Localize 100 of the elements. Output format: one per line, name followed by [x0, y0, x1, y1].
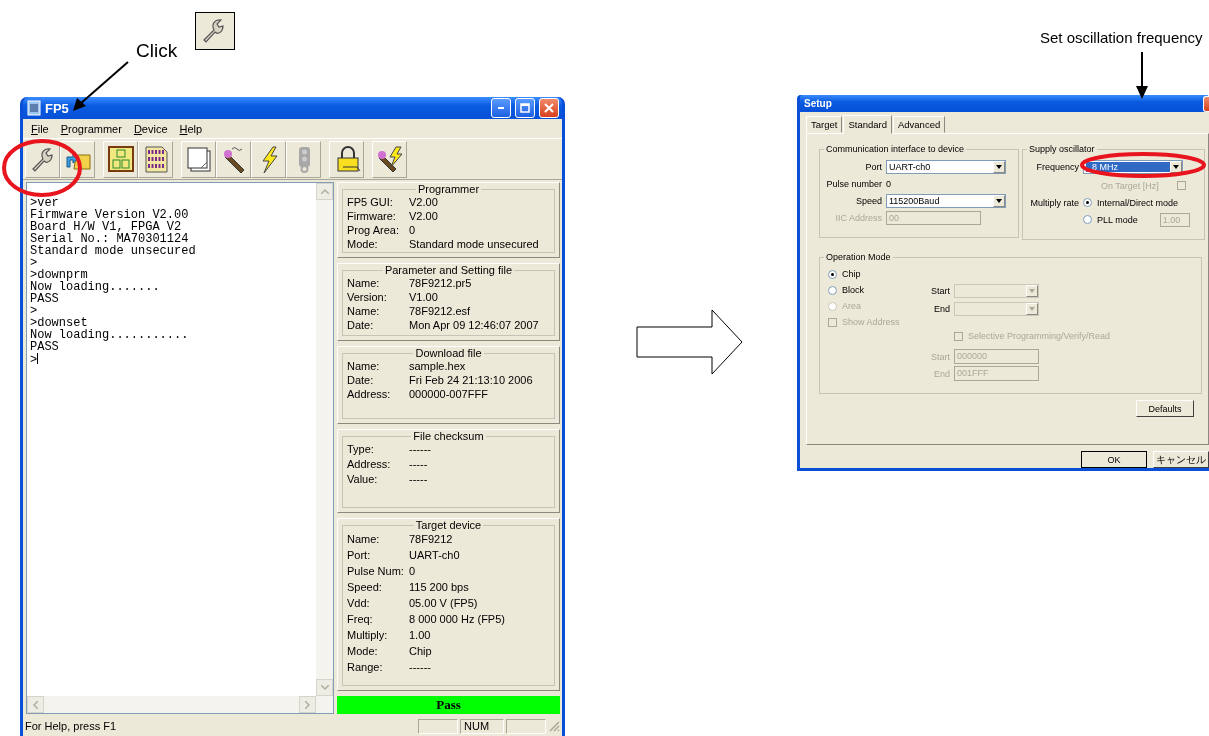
field-label: Range:	[347, 660, 384, 675]
maximize-button[interactable]	[515, 98, 535, 118]
status-indicator: NUM	[460, 718, 504, 734]
input-field: 001FFF	[954, 366, 1039, 381]
field-label: Port:	[347, 548, 372, 563]
radio-button[interactable]	[828, 269, 837, 279]
group-title: Supply oscillator	[1028, 144, 1096, 154]
status-text: For Help, press F1	[25, 720, 118, 732]
terminal-line: Serial No.: MA70301124	[30, 233, 189, 245]
field-label: Mode:	[347, 237, 379, 251]
terminal-line: >	[30, 353, 40, 365]
field-value: Standard mode unsecured	[409, 237, 539, 251]
menu-item[interactable]: Help	[173, 122, 209, 135]
field-label: Multiply rate	[1029, 197, 1079, 208]
terminal-line: PASS	[30, 341, 60, 353]
panel-title: Target device	[414, 519, 483, 531]
field-value: ------	[409, 660, 431, 675]
toolbar-button[interactable]	[216, 140, 251, 178]
window-title: FP5	[45, 100, 70, 116]
field-label: Start	[930, 286, 950, 296]
field-label: Speed:	[347, 580, 383, 595]
field-value: sample.hex	[409, 359, 466, 373]
caret-icon	[996, 164, 1002, 169]
field-value: 0	[886, 178, 891, 189]
pointer-arrow	[1136, 51, 1148, 99]
menu-item[interactable]: File	[25, 122, 55, 135]
ok-button[interactable]: OK	[1081, 451, 1147, 468]
radio-button[interactable]	[1083, 215, 1092, 224]
caret-icon	[1029, 307, 1035, 311]
field-value: ------	[409, 442, 431, 457]
field-value: V2.00	[409, 209, 438, 223]
status-pane	[506, 718, 546, 734]
option-label: Show Address	[842, 317, 900, 327]
radio-button[interactable]	[828, 285, 837, 295]
group-title: Operation Mode	[825, 252, 892, 262]
close-button[interactable]	[1203, 95, 1209, 112]
tab[interactable]: Target	[806, 116, 843, 133]
field-label: Name:	[347, 276, 381, 290]
field-label: Address:	[347, 457, 392, 472]
field-label: Date:	[347, 373, 375, 387]
option-label: Selective Programming/Verify/Read	[968, 331, 1111, 341]
terminal-line: Firmware Version V2.00	[30, 209, 190, 221]
caret-icon	[996, 198, 1002, 203]
radio-button[interactable]	[1083, 198, 1092, 207]
field-value: Fri Feb 24 21:13:10 2006	[409, 373, 533, 387]
app-icon	[27, 100, 41, 116]
dropdown-value: 8 MHz	[1086, 161, 1170, 172]
terminal-line: Now loading.......	[30, 281, 161, 293]
field-label: FP5 GUI:	[347, 195, 394, 209]
cancel-button[interactable]: キャンセル	[1153, 451, 1209, 468]
window-title: Setup	[804, 98, 833, 109]
field-value: -----	[409, 472, 428, 487]
toolbar-button[interactable]	[329, 140, 364, 178]
toolbar-button[interactable]	[251, 140, 286, 178]
minimize-button[interactable]	[491, 98, 511, 118]
toolbar-button[interactable]	[138, 140, 173, 178]
field-value: 05.00 V (FP5)	[409, 596, 478, 611]
field-value: 78F9212.pr5	[409, 276, 472, 290]
field-label: Type:	[347, 442, 375, 457]
field-value: 8 000 000 Hz (FP5)	[409, 612, 505, 627]
close-button[interactable]	[539, 98, 559, 118]
field-value: Chip	[409, 644, 432, 659]
menu-item[interactable]: Programmer	[54, 122, 128, 135]
callout-text: Set oscillation frequency	[1040, 29, 1203, 46]
group-title: Communication interface to device	[825, 144, 966, 154]
maximize-icon	[520, 103, 530, 113]
dropdown[interactable]: 8 MHz	[1083, 159, 1183, 174]
toolbar-button[interactable]	[372, 140, 407, 178]
field-label: End	[933, 368, 950, 379]
panel-title: Download file	[414, 347, 483, 359]
dropdown[interactable]: 115200Baud	[886, 193, 1006, 208]
field-label: Firmware:	[347, 209, 397, 223]
defaults-button[interactable]: Defaults	[1136, 400, 1194, 417]
field-label: Pulse Num:	[347, 564, 405, 579]
vertical-scrollbar[interactable]	[316, 183, 333, 696]
tab[interactable]: Advanced	[892, 116, 946, 133]
panel-title: File checksum	[412, 430, 485, 442]
terminal-line: PASS	[30, 293, 60, 305]
horizontal-scrollbar[interactable]	[27, 696, 316, 713]
terminal-line: >downset	[30, 317, 88, 329]
field-label: Pulse number	[825, 178, 882, 189]
panel-title: Programmer	[416, 183, 481, 195]
menu-item[interactable]: Device	[127, 122, 174, 135]
page-stack-icon	[184, 145, 213, 173]
field-label: Prog Area:	[347, 223, 400, 237]
field-value: V1.00	[409, 290, 438, 304]
field-label: IIC Address	[834, 212, 882, 223]
terminal-line: >ver	[30, 197, 59, 209]
tab[interactable]: Standard	[843, 115, 892, 134]
field-value: 000000-007FFF	[409, 387, 488, 401]
toolbar-button[interactable]	[103, 140, 138, 178]
field-value: 0	[409, 223, 416, 237]
field-value: 115 200 bps	[409, 580, 469, 595]
field-value: V2.00	[409, 195, 438, 209]
resize-grip-icon	[548, 720, 560, 732]
field-value: 78F9212	[409, 532, 453, 547]
terminal-line: Now loading...........	[30, 329, 190, 341]
dropdown[interactable]: UART-ch0	[886, 159, 1006, 174]
field-label: Name:	[347, 532, 381, 547]
field-label: End	[933, 304, 950, 314]
